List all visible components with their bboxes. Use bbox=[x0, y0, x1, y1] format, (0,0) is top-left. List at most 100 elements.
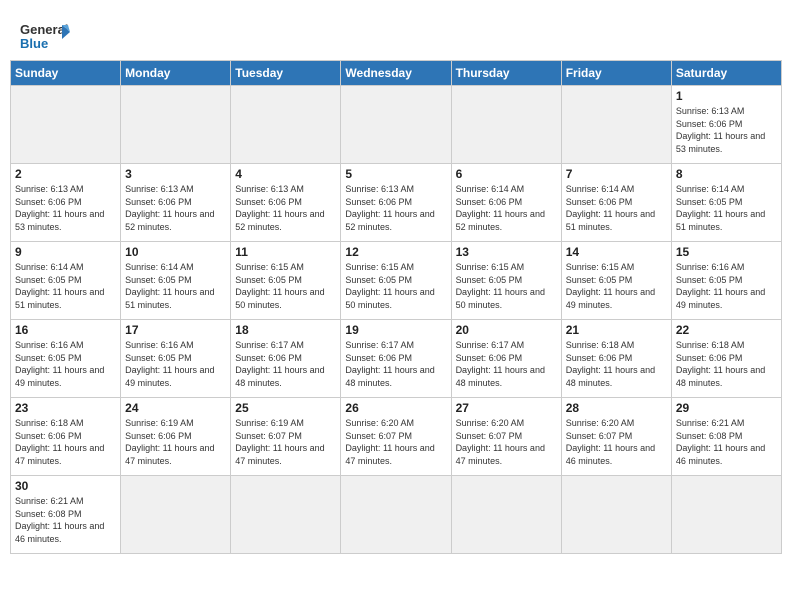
day-number: 5 bbox=[345, 167, 446, 181]
day-number: 4 bbox=[235, 167, 336, 181]
day-info: Sunrise: 6:13 AM Sunset: 6:06 PM Dayligh… bbox=[125, 183, 226, 233]
day-number: 3 bbox=[125, 167, 226, 181]
day-info: Sunrise: 6:17 AM Sunset: 6:06 PM Dayligh… bbox=[456, 339, 557, 389]
calendar-cell: 8 Sunrise: 6:14 AM Sunset: 6:05 PM Dayli… bbox=[671, 164, 781, 242]
day-number: 27 bbox=[456, 401, 557, 415]
calendar-cell: 14 Sunrise: 6:15 AM Sunset: 6:05 PM Dayl… bbox=[561, 242, 671, 320]
calendar-cell bbox=[341, 86, 451, 164]
day-number: 1 bbox=[676, 89, 777, 103]
day-info: Sunrise: 6:19 AM Sunset: 6:06 PM Dayligh… bbox=[125, 417, 226, 467]
day-info: Sunrise: 6:18 AM Sunset: 6:06 PM Dayligh… bbox=[676, 339, 777, 389]
calendar-cell: 27 Sunrise: 6:20 AM Sunset: 6:07 PM Dayl… bbox=[451, 398, 561, 476]
day-number: 23 bbox=[15, 401, 116, 415]
day-info: Sunrise: 6:17 AM Sunset: 6:06 PM Dayligh… bbox=[235, 339, 336, 389]
calendar-cell: 25 Sunrise: 6:19 AM Sunset: 6:07 PM Dayl… bbox=[231, 398, 341, 476]
day-info: Sunrise: 6:15 AM Sunset: 6:05 PM Dayligh… bbox=[235, 261, 336, 311]
day-number: 29 bbox=[676, 401, 777, 415]
day-number: 28 bbox=[566, 401, 667, 415]
calendar-cell bbox=[561, 476, 671, 554]
calendar-cell: 29 Sunrise: 6:21 AM Sunset: 6:08 PM Dayl… bbox=[671, 398, 781, 476]
day-number: 11 bbox=[235, 245, 336, 259]
calendar-cell: 30 Sunrise: 6:21 AM Sunset: 6:08 PM Dayl… bbox=[11, 476, 121, 554]
day-info: Sunrise: 6:20 AM Sunset: 6:07 PM Dayligh… bbox=[456, 417, 557, 467]
calendar-cell: 2 Sunrise: 6:13 AM Sunset: 6:06 PM Dayli… bbox=[11, 164, 121, 242]
day-info: Sunrise: 6:19 AM Sunset: 6:07 PM Dayligh… bbox=[235, 417, 336, 467]
calendar-cell: 7 Sunrise: 6:14 AM Sunset: 6:06 PM Dayli… bbox=[561, 164, 671, 242]
day-info: Sunrise: 6:16 AM Sunset: 6:05 PM Dayligh… bbox=[125, 339, 226, 389]
calendar-cell bbox=[121, 86, 231, 164]
day-info: Sunrise: 6:13 AM Sunset: 6:06 PM Dayligh… bbox=[345, 183, 446, 233]
day-info: Sunrise: 6:20 AM Sunset: 6:07 PM Dayligh… bbox=[345, 417, 446, 467]
day-number: 18 bbox=[235, 323, 336, 337]
calendar-cell: 19 Sunrise: 6:17 AM Sunset: 6:06 PM Dayl… bbox=[341, 320, 451, 398]
calendar-cell bbox=[341, 476, 451, 554]
day-number: 24 bbox=[125, 401, 226, 415]
day-number: 8 bbox=[676, 167, 777, 181]
day-info: Sunrise: 6:21 AM Sunset: 6:08 PM Dayligh… bbox=[15, 495, 116, 545]
day-number: 22 bbox=[676, 323, 777, 337]
calendar-cell bbox=[231, 86, 341, 164]
calendar-cell: 23 Sunrise: 6:18 AM Sunset: 6:06 PM Dayl… bbox=[11, 398, 121, 476]
calendar-cell: 12 Sunrise: 6:15 AM Sunset: 6:05 PM Dayl… bbox=[341, 242, 451, 320]
calendar-cell: 22 Sunrise: 6:18 AM Sunset: 6:06 PM Dayl… bbox=[671, 320, 781, 398]
weekday-header-wednesday: Wednesday bbox=[341, 61, 451, 86]
day-number: 30 bbox=[15, 479, 116, 493]
calendar-cell bbox=[231, 476, 341, 554]
day-info: Sunrise: 6:20 AM Sunset: 6:07 PM Dayligh… bbox=[566, 417, 667, 467]
svg-text:General: General bbox=[20, 22, 68, 37]
calendar-cell: 15 Sunrise: 6:16 AM Sunset: 6:05 PM Dayl… bbox=[671, 242, 781, 320]
calendar-cell: 3 Sunrise: 6:13 AM Sunset: 6:06 PM Dayli… bbox=[121, 164, 231, 242]
day-number: 6 bbox=[456, 167, 557, 181]
day-info: Sunrise: 6:13 AM Sunset: 6:06 PM Dayligh… bbox=[235, 183, 336, 233]
day-info: Sunrise: 6:14 AM Sunset: 6:05 PM Dayligh… bbox=[15, 261, 116, 311]
weekday-header-sunday: Sunday bbox=[11, 61, 121, 86]
day-number: 7 bbox=[566, 167, 667, 181]
day-info: Sunrise: 6:18 AM Sunset: 6:06 PM Dayligh… bbox=[566, 339, 667, 389]
calendar-cell bbox=[561, 86, 671, 164]
calendar-cell: 6 Sunrise: 6:14 AM Sunset: 6:06 PM Dayli… bbox=[451, 164, 561, 242]
calendar-cell: 10 Sunrise: 6:14 AM Sunset: 6:05 PM Dayl… bbox=[121, 242, 231, 320]
day-info: Sunrise: 6:16 AM Sunset: 6:05 PM Dayligh… bbox=[15, 339, 116, 389]
calendar-cell: 16 Sunrise: 6:16 AM Sunset: 6:05 PM Dayl… bbox=[11, 320, 121, 398]
page-header: General Blue bbox=[10, 10, 782, 55]
calendar-cell: 21 Sunrise: 6:18 AM Sunset: 6:06 PM Dayl… bbox=[561, 320, 671, 398]
logo: General Blue bbox=[20, 20, 70, 50]
day-number: 12 bbox=[345, 245, 446, 259]
logo-icon: General Blue bbox=[20, 20, 70, 50]
calendar-cell bbox=[451, 86, 561, 164]
calendar-cell: 4 Sunrise: 6:13 AM Sunset: 6:06 PM Dayli… bbox=[231, 164, 341, 242]
weekday-header-tuesday: Tuesday bbox=[231, 61, 341, 86]
calendar-cell bbox=[121, 476, 231, 554]
day-info: Sunrise: 6:13 AM Sunset: 6:06 PM Dayligh… bbox=[15, 183, 116, 233]
day-info: Sunrise: 6:14 AM Sunset: 6:05 PM Dayligh… bbox=[676, 183, 777, 233]
day-number: 14 bbox=[566, 245, 667, 259]
calendar-cell: 26 Sunrise: 6:20 AM Sunset: 6:07 PM Dayl… bbox=[341, 398, 451, 476]
day-number: 16 bbox=[15, 323, 116, 337]
calendar-cell: 11 Sunrise: 6:15 AM Sunset: 6:05 PM Dayl… bbox=[231, 242, 341, 320]
calendar-cell: 20 Sunrise: 6:17 AM Sunset: 6:06 PM Dayl… bbox=[451, 320, 561, 398]
day-info: Sunrise: 6:16 AM Sunset: 6:05 PM Dayligh… bbox=[676, 261, 777, 311]
weekday-header-thursday: Thursday bbox=[451, 61, 561, 86]
day-info: Sunrise: 6:15 AM Sunset: 6:05 PM Dayligh… bbox=[566, 261, 667, 311]
calendar-cell: 1 Sunrise: 6:13 AM Sunset: 6:06 PM Dayli… bbox=[671, 86, 781, 164]
day-number: 13 bbox=[456, 245, 557, 259]
calendar-cell bbox=[11, 86, 121, 164]
weekday-header-saturday: Saturday bbox=[671, 61, 781, 86]
calendar-cell: 5 Sunrise: 6:13 AM Sunset: 6:06 PM Dayli… bbox=[341, 164, 451, 242]
day-info: Sunrise: 6:14 AM Sunset: 6:06 PM Dayligh… bbox=[456, 183, 557, 233]
day-number: 21 bbox=[566, 323, 667, 337]
calendar-table: SundayMondayTuesdayWednesdayThursdayFrid… bbox=[10, 60, 782, 554]
day-info: Sunrise: 6:14 AM Sunset: 6:05 PM Dayligh… bbox=[125, 261, 226, 311]
day-number: 19 bbox=[345, 323, 446, 337]
day-number: 26 bbox=[345, 401, 446, 415]
calendar-cell bbox=[451, 476, 561, 554]
day-info: Sunrise: 6:14 AM Sunset: 6:06 PM Dayligh… bbox=[566, 183, 667, 233]
calendar-cell: 28 Sunrise: 6:20 AM Sunset: 6:07 PM Dayl… bbox=[561, 398, 671, 476]
day-number: 20 bbox=[456, 323, 557, 337]
svg-text:Blue: Blue bbox=[20, 36, 48, 50]
calendar-cell: 13 Sunrise: 6:15 AM Sunset: 6:05 PM Dayl… bbox=[451, 242, 561, 320]
day-number: 9 bbox=[15, 245, 116, 259]
day-info: Sunrise: 6:13 AM Sunset: 6:06 PM Dayligh… bbox=[676, 105, 777, 155]
day-number: 17 bbox=[125, 323, 226, 337]
weekday-header-monday: Monday bbox=[121, 61, 231, 86]
